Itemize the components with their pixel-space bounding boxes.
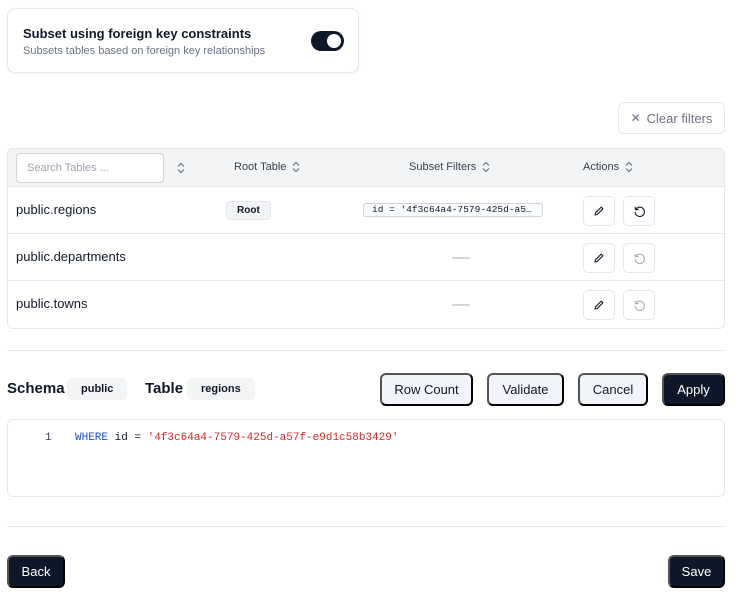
column-header-root-table[interactable]: Root Table bbox=[234, 161, 300, 173]
pencil-icon bbox=[594, 300, 604, 310]
edit-button[interactable] bbox=[583, 196, 615, 226]
reset-icon bbox=[633, 253, 645, 264]
fk-setting-title: Subset using foreign key constraints bbox=[23, 26, 252, 41]
empty-filter-dash bbox=[452, 304, 470, 306]
footer-divider bbox=[7, 526, 725, 527]
section-divider bbox=[7, 350, 725, 351]
apply-button[interactable]: Apply bbox=[662, 373, 725, 406]
toggle-knob bbox=[327, 34, 341, 48]
fk-toggle-switch[interactable] bbox=[311, 31, 344, 51]
reset-button[interactable] bbox=[623, 290, 655, 320]
reset-icon bbox=[633, 206, 645, 217]
table-value-badge: regions bbox=[187, 378, 255, 400]
actions-header-label: Actions bbox=[583, 161, 620, 173]
root-badge: Root bbox=[226, 201, 271, 220]
table-name: public.departments bbox=[16, 249, 126, 264]
pencil-icon bbox=[594, 206, 604, 216]
foreign-key-setting-card: Subset using foreign key constraints Sub… bbox=[7, 8, 359, 73]
cancel-button[interactable]: Cancel bbox=[578, 373, 648, 406]
sql-string-value: '4f3c64a4-7579-425d-a57f-e9d1c58b3429' bbox=[147, 432, 399, 444]
validate-button[interactable]: Validate bbox=[487, 373, 564, 406]
sql-column: id = bbox=[108, 432, 148, 444]
table-row: public.regions Root id = '4f3c64a4-7579-… bbox=[8, 187, 724, 234]
subset-filters-header-label: Subset Filters bbox=[409, 161, 477, 173]
pencil-icon bbox=[594, 253, 604, 263]
fk-setting-description: Subsets tables based on foreign key rela… bbox=[23, 45, 266, 57]
sort-icon bbox=[625, 161, 633, 173]
table-header: Root Table Subset Filters Actions bbox=[8, 149, 724, 187]
code-line[interactable]: WHERE id = '4f3c64a4-7579-425d-a57f-e9d1… bbox=[75, 432, 398, 444]
schema-value-badge: public bbox=[67, 378, 128, 400]
sort-icon bbox=[177, 162, 185, 174]
column-header-actions[interactable]: Actions bbox=[583, 161, 633, 173]
table-row: public.towns bbox=[8, 281, 724, 328]
empty-filter-dash bbox=[452, 257, 470, 259]
reset-button[interactable] bbox=[623, 243, 655, 273]
edit-button[interactable] bbox=[583, 290, 615, 320]
search-tables-input[interactable] bbox=[16, 153, 164, 183]
subset-tables-table: Root Table Subset Filters Actions public… bbox=[7, 148, 725, 329]
row-count-button[interactable]: Row Count bbox=[380, 373, 473, 406]
sql-keyword: WHERE bbox=[75, 432, 109, 444]
sql-where-editor[interactable]: 1 WHERE id = '4f3c64a4-7579-425d-a57f-e9… bbox=[7, 419, 725, 497]
reset-button[interactable] bbox=[623, 196, 655, 226]
table-name: public.towns bbox=[16, 296, 88, 311]
schema-label: Schema bbox=[7, 380, 65, 397]
sort-icon bbox=[292, 161, 300, 173]
column-header-subset-filters[interactable]: Subset Filters bbox=[409, 161, 490, 173]
subset-filter-value: id = '4f3c64a4-7579-425d-a57f-e9d1c58b34… bbox=[363, 203, 543, 217]
table-name: public.regions bbox=[16, 202, 97, 217]
clear-filters-button[interactable]: ✕ Clear filters bbox=[618, 102, 725, 134]
reset-icon bbox=[633, 300, 645, 311]
save-button[interactable]: Save bbox=[668, 555, 725, 588]
root-table-header-label: Root Table bbox=[234, 161, 287, 173]
edit-button[interactable] bbox=[583, 243, 615, 273]
clear-filters-label: Clear filters bbox=[646, 110, 713, 126]
table-row: public.departments bbox=[8, 234, 724, 281]
sort-icon bbox=[482, 161, 490, 173]
back-button[interactable]: Back bbox=[7, 555, 65, 588]
table-label: Table bbox=[145, 380, 184, 397]
close-icon: ✕ bbox=[630, 111, 641, 125]
sort-table-name-button[interactable] bbox=[177, 161, 185, 179]
line-number: 1 bbox=[45, 432, 52, 444]
